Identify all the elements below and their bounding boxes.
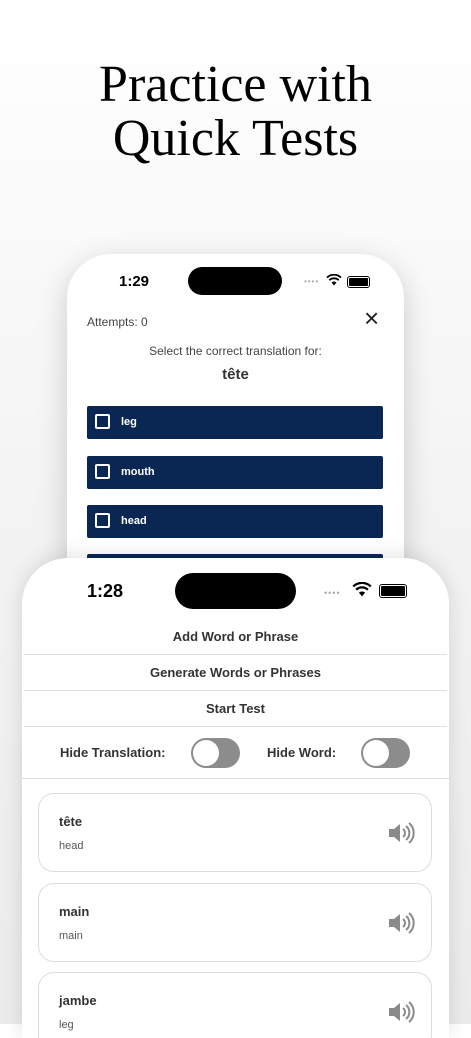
dynamic-island [188, 267, 282, 295]
word-text: tête [59, 814, 83, 829]
checkbox-icon[interactable] [95, 513, 110, 528]
status-time: 1:29 [119, 273, 150, 290]
toggle-bar: Hide Translation: Hide Word: [22, 730, 449, 779]
hide-translation-label: Hide Translation: [60, 745, 166, 760]
answer-option-mouth[interactable]: mouth [87, 456, 383, 489]
answer-option-label: mouth [121, 466, 155, 478]
generate-words-button[interactable]: Generate Words or Phrases [24, 655, 447, 691]
add-word-button[interactable]: Add Word or Phrase [24, 619, 447, 655]
cellular-dots-icon: •••• [304, 277, 320, 286]
translation-text: head [59, 840, 84, 852]
translation-text: main [59, 930, 83, 942]
answer-option-label: leg [121, 416, 137, 428]
hide-word-toggle[interactable] [361, 738, 410, 768]
checkbox-icon[interactable] [95, 464, 110, 479]
close-icon[interactable]: × [364, 304, 379, 332]
hide-word-label: Hide Word: [267, 745, 337, 760]
speaker-icon[interactable] [387, 911, 415, 935]
wifi-icon [326, 274, 342, 286]
headline-line-1: Practice with [99, 56, 372, 113]
status-time: 1:28 [87, 581, 124, 601]
headline-line-2: Quick Tests [112, 110, 359, 167]
dynamic-island [175, 573, 296, 609]
word-card[interactable]: main main [38, 883, 432, 962]
start-test-button[interactable]: Start Test [24, 691, 447, 727]
word-card[interactable]: jambe leg [38, 972, 432, 1038]
word-text: jambe [59, 993, 97, 1008]
attempts-counter: Attempts: 0 [87, 315, 148, 329]
headline: Practice with Quick Tests [0, 58, 471, 166]
answer-option-label: head [121, 515, 147, 527]
question-prompt: Select the correct translation for: [149, 344, 322, 358]
target-word: tête [222, 366, 249, 383]
word-card[interactable]: tête head [38, 793, 432, 872]
checkbox-icon[interactable] [95, 414, 110, 429]
wifi-icon [352, 582, 372, 597]
battery-icon [347, 276, 370, 288]
word-text: main [59, 904, 90, 919]
speaker-icon[interactable] [387, 821, 415, 845]
word-list-phone: 1:28 •••• Add Word or Phrase Generate Wo… [22, 558, 449, 1038]
speaker-icon[interactable] [387, 1000, 415, 1024]
battery-icon [379, 584, 407, 598]
cellular-dots-icon: •••• [324, 588, 341, 598]
answer-option-head[interactable]: head [87, 505, 383, 538]
answer-option-leg[interactable]: leg [87, 406, 383, 439]
translation-text: leg [59, 1019, 74, 1031]
hide-translation-toggle[interactable] [191, 738, 240, 768]
